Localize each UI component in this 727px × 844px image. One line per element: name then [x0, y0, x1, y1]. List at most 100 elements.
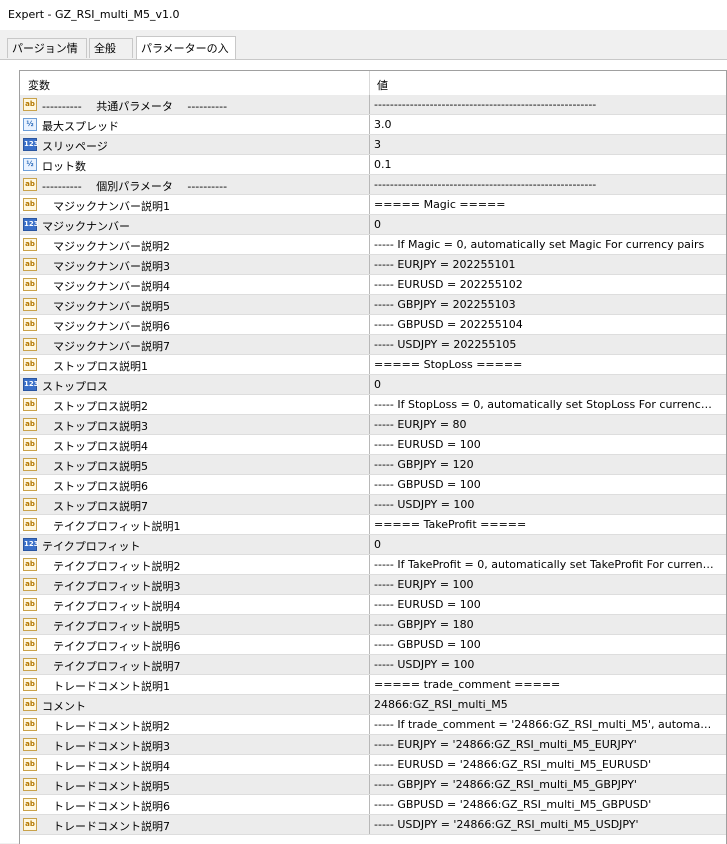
table-row[interactable]: ab テイクプロフィット説明6 ----- GBPUSD = 100: [20, 635, 726, 655]
parameter-value[interactable]: ----- EURJPY = 202255101: [374, 258, 714, 271]
table-row[interactable]: ab ---------- 共通パラメータ ---------- ---------…: [20, 95, 726, 115]
tab-strip: パージョン情報 全般 パラメーターの入力: [0, 30, 727, 79]
parameter-value[interactable]: ----- GBPJPY = 120: [374, 458, 714, 471]
table-row[interactable]: ab トレードコメント説明1 ===== trade_comment =====: [20, 675, 726, 695]
column-divider: [369, 715, 370, 735]
parameter-value[interactable]: ----- If trade_comment = '24866:GZ_RSI_m…: [374, 718, 714, 731]
column-divider: [369, 435, 370, 455]
parameter-name: マジックナンバー説明4: [53, 280, 170, 293]
double-param-icon: ½: [23, 118, 37, 131]
table-row[interactable]: ab コメント 24866:GZ_RSI_multi_M5: [20, 695, 726, 715]
table-row[interactable]: ab ストップロス説明3 ----- EURJPY = 80: [20, 415, 726, 435]
parameter-value[interactable]: ----- EURUSD = 100: [374, 438, 714, 451]
parameter-value[interactable]: ----- GBPUSD = 100: [374, 638, 714, 651]
table-row[interactable]: ab ---------- 個別パラメータ ---------- ---------…: [20, 175, 726, 195]
table-row[interactable]: ab テイクプロフィット説明2 ----- If TakeProfit = 0, a…: [20, 555, 726, 575]
column-divider: [369, 255, 370, 275]
table-row[interactable]: ab トレードコメント説明2 ----- If trade_comment = '2…: [20, 715, 726, 735]
table-row[interactable]: ab トレードコメント説明6 ----- GBPUSD = '24866:GZ_RS…: [20, 795, 726, 815]
table-row[interactable]: ab ストップロス説明2 ----- If StopLoss = 0, automa…: [20, 395, 726, 415]
parameter-value[interactable]: 3.0: [374, 118, 714, 131]
column-divider: [369, 575, 370, 595]
column-divider: [369, 175, 370, 195]
parameter-value[interactable]: ----- EURUSD = '24866:GZ_RSI_multi_M5_EU…: [374, 758, 714, 771]
parameter-value[interactable]: ----- GBPJPY = '24866:GZ_RSI_multi_M5_GB…: [374, 778, 714, 791]
parameter-value[interactable]: ----- EURUSD = 100: [374, 598, 714, 611]
parameter-value[interactable]: ----- EURUSD = 202255102: [374, 278, 714, 291]
parameter-value[interactable]: ===== StopLoss =====: [374, 358, 714, 371]
table-row[interactable]: ab マジックナンバー説明6 ----- GBPUSD = 202255104: [20, 315, 726, 335]
string-param-icon: ab: [23, 798, 37, 811]
tab-input-parameters[interactable]: パラメーターの入力: [136, 36, 236, 79]
parameter-value[interactable]: ===== trade_comment =====: [374, 678, 714, 691]
parameter-value[interactable]: ----- EURJPY = '24866:GZ_RSI_multi_M5_EU…: [374, 738, 714, 751]
parameter-value[interactable]: ----- USDJPY = '24866:GZ_RSI_multi_M5_US…: [374, 818, 714, 831]
table-row[interactable]: ab ストップロス説明1 ===== StopLoss =====: [20, 355, 726, 375]
parameter-value[interactable]: ----- EURJPY = 100: [374, 578, 714, 591]
parameter-value[interactable]: ===== Magic =====: [374, 198, 714, 211]
table-row[interactable]: ab テイクプロフィット説明3 ----- EURJPY = 100: [20, 575, 726, 595]
column-divider[interactable]: [369, 71, 370, 95]
table-row[interactable]: ab マジックナンバー説明2 ----- If Magic = 0, automat…: [20, 235, 726, 255]
parameter-value[interactable]: ----- GBPJPY = 202255103: [374, 298, 714, 311]
table-row[interactable]: ab ストップロス説明6 ----- GBPUSD = 100: [20, 475, 726, 495]
parameters-panel: 変数 値 ab ---------- 共通パラメータ ---------- ----…: [0, 59, 727, 844]
parameter-value[interactable]: 0.1: [374, 158, 714, 171]
table-row[interactable]: ab トレードコメント説明5 ----- GBPJPY = '24866:GZ_RS…: [20, 775, 726, 795]
table-row[interactable]: ab マジックナンバー説明7 ----- USDJPY = 202255105: [20, 335, 726, 355]
table-row[interactable]: ab テイクプロフィット説明1 ===== TakeProfit =====: [20, 515, 726, 535]
tab-version-info[interactable]: パージョン情報: [7, 38, 87, 75]
parameter-value[interactable]: 24866:GZ_RSI_multi_M5: [374, 698, 714, 711]
tab-general[interactable]: 全般: [89, 38, 133, 58]
parameter-value[interactable]: ----- If Magic = 0, automatically set Ma…: [374, 238, 714, 251]
column-divider: [369, 315, 370, 335]
parameter-value[interactable]: ----- GBPUSD = 202255104: [374, 318, 714, 331]
table-row[interactable]: ½ 最大スプレッド 3.0: [20, 115, 726, 135]
parameter-value[interactable]: ----------------------------------------…: [374, 98, 714, 111]
table-row[interactable]: ab マジックナンバー説明1 ===== Magic =====: [20, 195, 726, 215]
table-row[interactable]: 123 テイクプロフィット 0: [20, 535, 726, 555]
parameter-value[interactable]: ===== TakeProfit =====: [374, 518, 714, 531]
window-title: Expert - GZ_RSI_multi_M5_v1.0: [8, 8, 180, 21]
parameter-value[interactable]: ----- GBPUSD = 100: [374, 478, 714, 491]
table-row[interactable]: ½ ロット数 0.1: [20, 155, 726, 175]
table-row[interactable]: 123 マジックナンバー 0: [20, 215, 726, 235]
parameter-value[interactable]: ----- USDJPY = 100: [374, 498, 714, 511]
parameter-value[interactable]: ----- If TakeProfit = 0, automatically s…: [374, 558, 714, 571]
parameter-value[interactable]: ----- GBPJPY = 180: [374, 618, 714, 631]
table-row[interactable]: 123 ストップロス 0: [20, 375, 726, 395]
parameter-value[interactable]: ----------------------------------------…: [374, 178, 714, 191]
parameter-value[interactable]: 0: [374, 378, 714, 391]
column-header-value[interactable]: 値: [377, 77, 388, 93]
column-divider: [369, 595, 370, 615]
table-row[interactable]: ab マジックナンバー説明3 ----- EURJPY = 202255101: [20, 255, 726, 275]
parameter-value[interactable]: ----- USDJPY = 100: [374, 658, 714, 671]
table-row[interactable]: ab ストップロス説明7 ----- USDJPY = 100: [20, 495, 726, 515]
parameter-name: ストップロス説明6: [53, 480, 148, 493]
parameter-name: マジックナンバー説明6: [53, 320, 170, 333]
table-row[interactable]: ab テイクプロフィット説明7 ----- USDJPY = 100: [20, 655, 726, 675]
table-row[interactable]: ab トレードコメント説明4 ----- EURUSD = '24866:GZ_RS…: [20, 755, 726, 775]
table-row[interactable]: ab マジックナンバー説明4 ----- EURUSD = 202255102: [20, 275, 726, 295]
parameter-value[interactable]: ----- GBPUSD = '24866:GZ_RSI_multi_M5_GB…: [374, 798, 714, 811]
parameter-value[interactable]: ----- If StopLoss = 0, automatically set…: [374, 398, 714, 411]
table-row[interactable]: ab ストップロス説明4 ----- EURUSD = 100: [20, 435, 726, 455]
parameter-value[interactable]: ----- EURJPY = 80: [374, 418, 714, 431]
table-row[interactable]: ab テイクプロフィット説明4 ----- EURUSD = 100: [20, 595, 726, 615]
parameter-value[interactable]: 0: [374, 218, 714, 231]
parameter-name: テイクプロフィット説明3: [53, 580, 181, 593]
table-row[interactable]: ab マジックナンバー説明5 ----- GBPJPY = 202255103: [20, 295, 726, 315]
string-param-icon: ab: [23, 578, 37, 591]
table-row[interactable]: ab トレードコメント説明3 ----- EURJPY = '24866:GZ_RS…: [20, 735, 726, 755]
parameter-name: ストップロス説明5: [53, 460, 148, 473]
parameter-name: ---------- 共通パラメータ ----------: [42, 100, 228, 113]
parameter-value[interactable]: 3: [374, 138, 714, 151]
parameter-value[interactable]: 0: [374, 538, 714, 551]
table-row[interactable]: ab トレードコメント説明7 ----- USDJPY = '24866:GZ_RS…: [20, 815, 726, 835]
parameter-name: ストップロス説明2: [53, 400, 148, 413]
table-row[interactable]: 123 スリッページ 3: [20, 135, 726, 155]
table-row[interactable]: ab ストップロス説明5 ----- GBPJPY = 120: [20, 455, 726, 475]
parameter-value[interactable]: ----- USDJPY = 202255105: [374, 338, 714, 351]
column-header-variable[interactable]: 変数: [28, 77, 50, 93]
table-row[interactable]: ab テイクプロフィット説明5 ----- GBPJPY = 180: [20, 615, 726, 635]
